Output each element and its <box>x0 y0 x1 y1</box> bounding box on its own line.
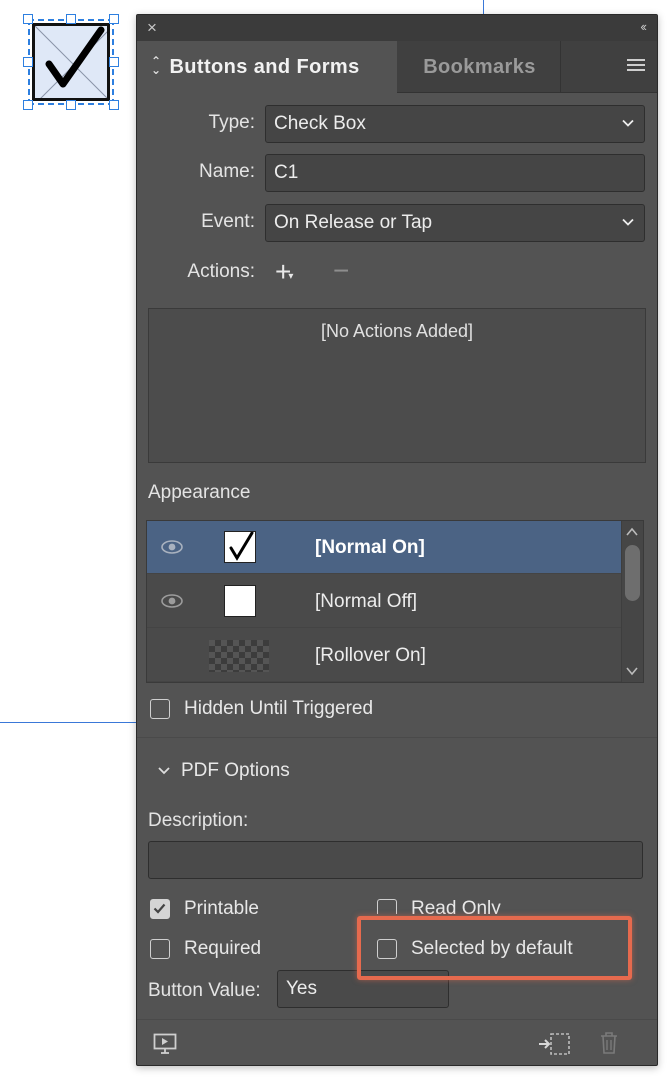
trash-icon[interactable] <box>599 1031 619 1055</box>
close-icon[interactable]: × <box>147 18 157 38</box>
event-label: Event: <box>201 211 255 232</box>
checkbox-box <box>377 899 397 914</box>
resize-handle[interactable] <box>109 100 119 110</box>
type-value: Check Box <box>274 113 366 134</box>
eye-icon[interactable] <box>161 537 183 557</box>
tab-sort-icon: ⌃ ⌄ <box>151 53 162 77</box>
selection-frame <box>28 19 114 105</box>
resize-handle[interactable] <box>23 57 33 67</box>
checkbox-label: Selected by default <box>411 938 573 959</box>
preview-icon[interactable] <box>153 1033 177 1055</box>
checkbox-label: Hidden Until Triggered <box>184 698 374 719</box>
panel-titlebar: × ‹‹ <box>137 15 657 41</box>
appearance-title: Appearance <box>148 482 251 503</box>
appearance-row-normal-off[interactable]: [Normal Off] <box>147 575 621 628</box>
collapse-icon[interactable]: ‹‹ <box>640 19 647 34</box>
guide-line-vertical <box>483 0 484 14</box>
checkbox-label: Read Only <box>411 898 501 919</box>
type-label: Type: <box>208 112 255 133</box>
appearance-thumbnail <box>224 585 256 617</box>
checkbox-label: Printable <box>184 898 259 919</box>
resize-handle[interactable] <box>66 14 76 24</box>
chevron-down-icon <box>622 218 634 226</box>
checkbox-box <box>150 699 170 719</box>
document-checkbox-object[interactable] <box>22 13 120 111</box>
chevron-down-icon <box>622 119 634 127</box>
type-dropdown[interactable]: Check Box <box>265 105 645 143</box>
remove-icon: − <box>333 255 350 286</box>
event-value: On Release or Tap <box>274 212 433 233</box>
tab-label: Buttons and Forms <box>169 56 360 78</box>
separator <box>137 1019 657 1020</box>
chevron-down-icon <box>158 767 170 775</box>
add-action-button[interactable]: +▾ <box>275 258 296 293</box>
guide-line-horizontal <box>0 722 136 723</box>
checkmark-icon <box>153 903 166 914</box>
resize-handle[interactable] <box>23 100 33 110</box>
name-value: C1 <box>274 162 299 183</box>
remove-action-button[interactable]: − <box>333 257 349 285</box>
appearance-name: [Normal On] <box>315 537 425 558</box>
tab-bookmarks[interactable]: Bookmarks <box>399 41 561 93</box>
resize-handle[interactable] <box>23 14 33 24</box>
appearance-list: [Normal On] [Normal Off] [Rollover On] <box>146 520 644 683</box>
scrollbar-thumb[interactable] <box>625 545 640 601</box>
description-label: Description: <box>148 810 249 831</box>
pdf-options-toggle[interactable]: PDF Options <box>157 760 290 782</box>
checkmark-icon <box>229 532 254 561</box>
button-value: Yes <box>286 978 317 999</box>
description-field[interactable] <box>148 841 643 879</box>
convert-to-object-icon[interactable] <box>537 1032 571 1056</box>
appearance-scrollbar[interactable] <box>621 521 643 682</box>
read-only-checkbox[interactable]: Read Only <box>377 898 501 919</box>
appearance-row-normal-on[interactable]: [Normal On] <box>147 521 621 574</box>
chevron-up-icon[interactable] <box>626 527 638 537</box>
panel-tabs: ⌃ ⌄ Buttons and Forms Bookmarks <box>137 41 657 93</box>
appearance-name: [Rollover On] <box>315 645 426 666</box>
appearance-row-rollover-on[interactable]: [Rollover On] <box>147 629 621 682</box>
actions-label: Actions: <box>187 261 255 282</box>
separator <box>137 737 657 738</box>
appearance-thumbnail <box>224 531 256 563</box>
chevron-down-icon[interactable] <box>626 666 638 676</box>
appearance-name: [Normal Off] <box>315 591 418 612</box>
eye-icon[interactable] <box>161 591 183 611</box>
tab-buttons-and-forms[interactable]: ⌃ ⌄ Buttons and Forms <box>137 41 397 93</box>
button-value-label: Button Value: <box>148 980 261 1001</box>
actions-empty-text: [No Actions Added] <box>320 321 474 341</box>
event-dropdown[interactable]: On Release or Tap <box>265 204 645 242</box>
resize-handle[interactable] <box>109 14 119 24</box>
name-field[interactable]: C1 <box>265 154 645 192</box>
buttons-and-forms-panel: × ‹‹ ⌃ ⌄ Buttons and Forms Bookmarks Type:… <box>136 14 658 1066</box>
panel-menu-icon[interactable] <box>627 59 645 73</box>
checkbox-box <box>150 939 170 959</box>
pdf-options-title: PDF Options <box>181 760 290 781</box>
appearance-thumbnail <box>209 640 269 672</box>
actions-list[interactable]: [No Actions Added] <box>148 308 646 463</box>
required-checkbox[interactable]: Required <box>150 938 261 960</box>
tab-label: Bookmarks <box>423 56 536 78</box>
checkbox-label: Required <box>184 938 262 959</box>
resize-handle[interactable] <box>66 100 76 110</box>
button-value-field[interactable]: Yes <box>277 970 449 1008</box>
resize-handle[interactable] <box>109 57 119 67</box>
checkbox-box <box>377 939 397 959</box>
checkbox-box <box>150 899 170 919</box>
hidden-until-triggered-checkbox[interactable]: Hidden Until Triggered <box>150 698 373 720</box>
printable-checkbox[interactable]: Printable <box>150 898 259 920</box>
name-label: Name: <box>199 161 255 182</box>
selected-by-default-checkbox[interactable]: Selected by default <box>377 938 573 960</box>
